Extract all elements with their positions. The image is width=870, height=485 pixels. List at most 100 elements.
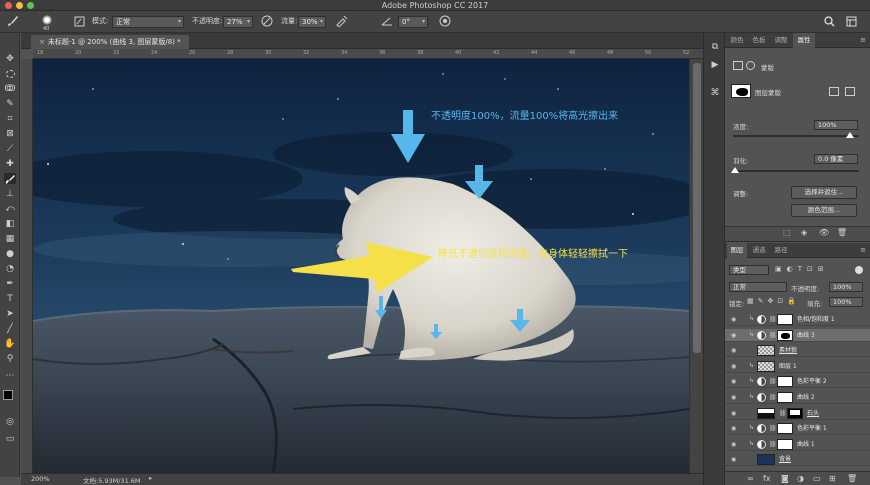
filter-toggle-icon[interactable] [855,266,863,274]
mask-link-icon[interactable]: ⛓ [769,425,777,432]
panel-menu-icon[interactable]: ≡ [860,36,866,44]
mask-link-icon[interactable]: ⛓ [769,378,777,385]
mask-link-icon[interactable]: ⛓ [779,410,787,417]
layer-name[interactable]: 图层 1 [779,361,797,372]
gradient-tool-icon[interactable]: ▦ [4,233,16,244]
mode-select[interactable]: 正常 [112,16,184,28]
tab-layers[interactable]: 图层 [727,243,747,258]
layer-row[interactable]: ◉ 背景 [725,453,870,467]
flow-input[interactable]: 30% [298,16,326,28]
vertical-scrollbar[interactable] [689,59,703,473]
search-icon[interactable] [822,14,836,28]
layers-menu-icon[interactable]: ≡ [860,246,866,254]
visibility-eye-icon[interactable]: ◉ [731,410,738,417]
visibility-eye-icon[interactable]: ◉ [731,425,738,432]
select-pixel-mask-icon[interactable] [829,87,839,96]
layer-name[interactable]: 素材狼 [779,345,797,356]
fill-input[interactable]: 100% [829,297,863,307]
add-mask-icon[interactable]: ◙ [781,474,789,483]
tab-paths[interactable]: 路径 [771,243,791,258]
canvas-area[interactable]: 不透明度100%，流量100%将高光擦出来 降低不透明度和流量，在身体轻轻擦拭一… [33,59,689,473]
visibility-eye-icon[interactable]: ◉ [731,363,738,370]
new-adjustment-icon[interactable]: ◑ [797,474,804,483]
layer-thumbnail[interactable] [757,454,775,466]
layer-mask-thumbnail[interactable] [777,423,793,435]
marquee-tool-icon[interactable] [4,68,16,79]
layer-row[interactable]: ◉ ↳ ⛓ 曲线 2 [725,391,870,404]
select-and-mask-button[interactable]: 选择并遮住... [791,186,857,199]
quick-select-tool-icon[interactable]: ✎ [4,98,16,109]
lock-icons[interactable]: ▦✎✥⊡🔒 [747,297,800,305]
blur-tool-icon[interactable]: ● [4,248,16,259]
zoom-tool-icon[interactable]: ⚲ [4,353,16,364]
layer-name[interactable]: 曲线 1 [797,439,815,450]
history-panel-icon[interactable]: ⧉ [709,41,721,53]
layer-name[interactable]: 色彩平衡 1 [797,423,827,434]
layer-row[interactable]: ◉ ⛓ 石头 [725,407,870,420]
pixel-mask-icon[interactable] [733,61,743,70]
density-slider[interactable] [733,135,859,137]
screen-mode-icon[interactable]: ▭ [4,433,16,444]
layer-name[interactable]: 背景 [779,454,791,465]
quick-mask-icon[interactable]: ◎ [4,416,16,427]
layer-row[interactable]: ◉ ↳ 图层 1 [725,360,870,373]
new-group-icon[interactable]: ▭ [813,474,821,483]
link-layers-icon[interactable]: ∞ [747,474,754,483]
visibility-eye-icon[interactable]: ◉ [731,441,738,448]
pressure-size-icon[interactable] [438,14,452,28]
visibility-eye-icon[interactable]: ◉ [731,394,738,401]
layer-name[interactable]: 石头 [807,408,819,419]
paths-panel-icon[interactable]: ⌘ [709,87,721,99]
visibility-eye-icon[interactable]: ◉ [731,332,738,339]
delete-layer-icon[interactable]: 🗑 [847,474,857,483]
mask-link-icon[interactable]: ⛓ [769,441,777,448]
eraser-tool-icon[interactable]: ◧ [4,218,16,229]
feather-slider[interactable] [733,170,859,172]
load-selection-icon[interactable]: ⬚ [783,228,791,237]
layer-name[interactable]: 曲线 3 [797,330,815,341]
layer-mask-thumbnail[interactable] [777,314,793,325]
apply-mask-icon[interactable]: ◈ [801,228,807,237]
airbrush-icon[interactable] [334,14,348,28]
layer-name[interactable]: 曲线 2 [797,392,815,403]
color-range-button[interactable]: 颜色范围... [791,204,857,217]
visibility-eye-icon[interactable]: ◉ [731,378,738,385]
delete-mask-icon[interactable]: 🗑 [837,228,847,237]
density-slider-handle[interactable] [846,132,854,138]
new-layer-icon[interactable]: ⊞ [829,474,836,483]
layer-row[interactable]: ◉ ↳ ⛓ 曲线 3 [725,328,870,342]
foreground-color-swatch[interactable] [3,390,13,400]
layer-name[interactable]: 色相/饱和度 1 [797,314,835,325]
frame-tool-icon[interactable]: ⊠ [4,128,16,139]
tab-channels[interactable]: 通道 [749,243,769,258]
layer-mask-thumbnail[interactable] [777,376,793,388]
density-input[interactable]: 100% [814,120,858,130]
mask-link-icon[interactable]: ⛓ [769,394,777,401]
pressure-opacity-icon[interactable] [260,14,274,28]
scrollbar-thumb[interactable] [693,63,701,353]
layer-row[interactable]: ◉ 素材狼 [725,344,870,358]
smoothing-input[interactable]: 0° [398,16,428,28]
layer-row[interactable]: ◉ ↳ ⛓ 色相/饱和度 1 [725,313,870,326]
layer-thumbnail[interactable] [757,407,775,419]
visibility-eye-icon[interactable]: ◉ [731,456,738,463]
tab-adjustments[interactable]: 调整 [771,33,791,48]
brush-tool-active-icon[interactable] [4,173,16,184]
layer-thumbnail[interactable] [757,360,775,372]
layer-row[interactable]: ◉ ↳ ⛓ 曲线 1 [725,438,870,451]
crop-tool-icon[interactable]: ⌗ [4,113,16,124]
vector-mask-icon[interactable] [746,61,755,70]
layer-name[interactable]: 色彩平衡 2 [797,376,827,387]
layer-mask-thumbnail[interactable] [777,438,793,450]
actions-play-icon[interactable]: ▶ [709,59,721,71]
blend-mode-select[interactable]: 正常 [729,282,787,292]
brush-panel-icon[interactable] [72,14,86,28]
close-tab-icon[interactable]: × [39,38,45,46]
smoothing-angle-icon[interactable] [380,14,394,28]
eyedropper-tool-icon[interactable]: ⟋ [4,143,16,154]
filter-icons[interactable]: ▣◐T⊡⊞ [775,265,829,273]
opacity-input[interactable]: 27% [223,16,253,28]
visibility-eye-icon[interactable]: ◉ [731,347,738,354]
mask-visibility-icon[interactable]: 👁 [819,228,829,237]
line-tool-icon[interactable]: ╱ [4,323,16,334]
